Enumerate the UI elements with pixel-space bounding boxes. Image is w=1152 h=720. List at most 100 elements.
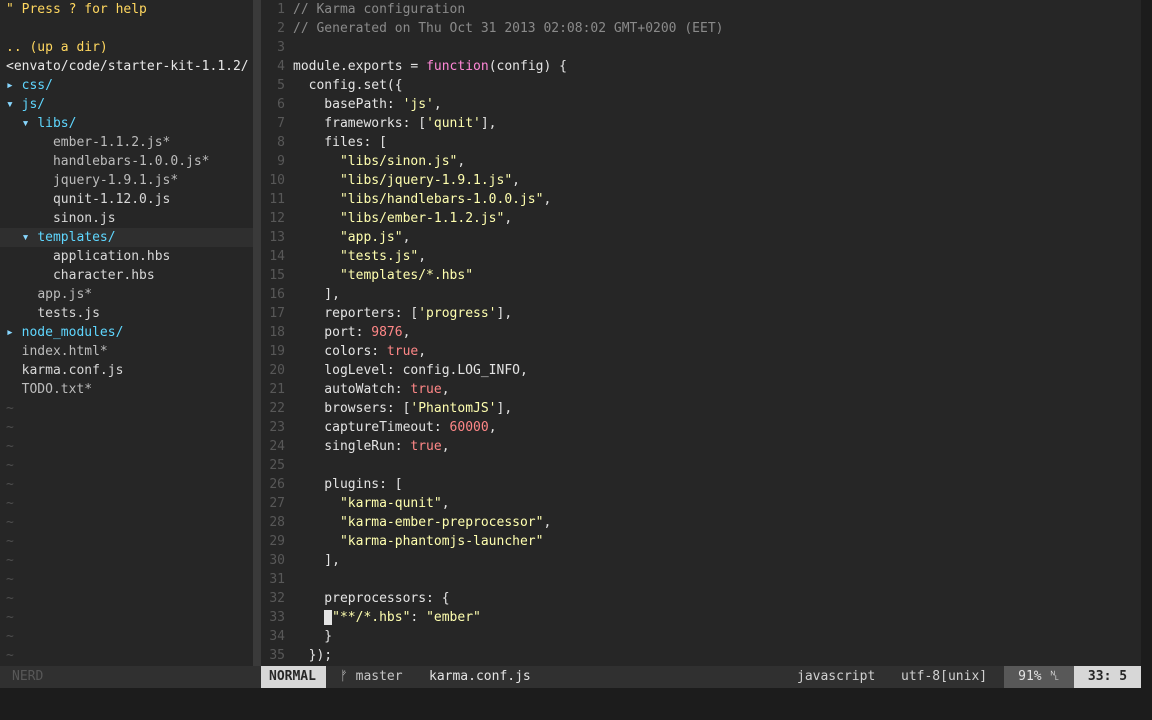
code-line[interactable]: 7 frameworks: ['qunit'], bbox=[261, 114, 1141, 133]
code-line[interactable]: 34 } bbox=[261, 627, 1141, 646]
code-line[interactable]: 19 colors: true, bbox=[261, 342, 1141, 361]
tree-dir-item[interactable]: ▸ css/ bbox=[0, 76, 253, 95]
tree-dir-item[interactable]: ▸ node_modules/ bbox=[0, 323, 253, 342]
code-token: true bbox=[410, 439, 442, 454]
tree-file-item[interactable]: karma.conf.js bbox=[0, 361, 253, 380]
code-line[interactable]: 30 ], bbox=[261, 551, 1141, 570]
git-branch: ᚠ master bbox=[340, 669, 403, 684]
tree-item-label: handlebars-1.0.0.js* bbox=[52, 154, 210, 169]
code-line[interactable]: 22 browsers: ['PhantomJS'], bbox=[261, 399, 1141, 418]
code-line[interactable]: 15 "templates/*.hbs" bbox=[261, 266, 1141, 285]
code-line[interactable]: 35 }); bbox=[261, 646, 1141, 665]
line-number: 4 bbox=[277, 59, 285, 74]
code-line[interactable]: 2 // Generated on Thu Oct 31 2013 02:08:0… bbox=[261, 19, 1141, 38]
code-token: 'progress' bbox=[418, 306, 497, 321]
tree-file-item[interactable]: qunit-1.12.0.js bbox=[0, 190, 253, 209]
tree-file-item[interactable]: sinon.js bbox=[0, 209, 253, 228]
code-token: port: bbox=[293, 325, 372, 340]
code-line[interactable]: 29 "karma-phantomjs-launcher" bbox=[261, 532, 1141, 551]
collapsed-arrow-icon[interactable]: ▸ bbox=[6, 325, 22, 340]
code-line[interactable]: 4 module.exports = function(config) { bbox=[261, 57, 1141, 76]
line-number: 18 bbox=[269, 325, 285, 340]
up-a-dir-link[interactable]: .. (up a dir) bbox=[0, 38, 253, 57]
empty-line-tilde: ~ bbox=[6, 648, 14, 663]
code-line[interactable]: 32 preprocessors: { bbox=[261, 589, 1141, 608]
tree-file-item[interactable]: jquery-1.9.1.js* bbox=[0, 171, 253, 190]
line-number: 23 bbox=[269, 420, 285, 435]
tree-dir-item[interactable]: ▾ libs/ bbox=[0, 114, 253, 133]
expanded-arrow-icon[interactable]: ▾ bbox=[22, 116, 38, 131]
code-token: "app.js" bbox=[339, 230, 403, 245]
current-filename: karma.conf.js bbox=[429, 669, 531, 684]
code-token: config.set({ bbox=[293, 78, 403, 93]
line-number: 20 bbox=[269, 363, 285, 378]
tree-file-item[interactable]: tests.js bbox=[0, 304, 253, 323]
code-line[interactable]: 33 "**/*.hbs": "ember" bbox=[261, 608, 1141, 627]
tree-file-item[interactable]: handlebars-1.0.0.js* bbox=[0, 152, 253, 171]
code-line[interactable]: 16 ], bbox=[261, 285, 1141, 304]
tree-dir-item[interactable]: ▾ templates/ bbox=[0, 228, 253, 247]
tree-file-item[interactable]: character.hbs bbox=[0, 266, 253, 285]
code-line[interactable]: 5 config.set({ bbox=[261, 76, 1141, 95]
code-line[interactable]: 1 // Karma configuration bbox=[261, 0, 1141, 19]
nerdtree-panel[interactable]: " Press ? for help .. (up a dir) <envato… bbox=[0, 0, 253, 666]
collapsed-arrow-icon[interactable]: ▸ bbox=[6, 78, 22, 93]
code-line[interactable]: 8 files: [ bbox=[261, 133, 1141, 152]
tree-item-label: application.hbs bbox=[52, 249, 171, 264]
expanded-arrow-icon[interactable]: ▾ bbox=[22, 230, 38, 245]
code-line[interactable]: 24 singleRun: true, bbox=[261, 437, 1141, 456]
tree-item-label: karma.conf.js bbox=[21, 363, 124, 378]
code-line[interactable]: 31 bbox=[261, 570, 1141, 589]
code-token: 'js' bbox=[402, 97, 434, 112]
tree-file-item[interactable]: application.hbs bbox=[0, 247, 253, 266]
code-token: 9876 bbox=[371, 325, 403, 340]
code-line[interactable]: 3 bbox=[261, 38, 1141, 57]
code-line[interactable]: 9 "libs/sinon.js", bbox=[261, 152, 1141, 171]
tree-item-label: css/ bbox=[21, 78, 53, 93]
command-line[interactable] bbox=[0, 688, 1141, 720]
line-number: 3 bbox=[277, 40, 285, 55]
tree-file-item[interactable]: index.html* bbox=[0, 342, 253, 361]
terminal-margin bbox=[1141, 0, 1152, 720]
code-line[interactable]: 14 "tests.js", bbox=[261, 247, 1141, 266]
code-line[interactable]: 12 "libs/ember-1.1.2.js", bbox=[261, 209, 1141, 228]
code-token: , bbox=[543, 192, 552, 207]
line-number: 33 bbox=[269, 610, 285, 625]
code-line[interactable]: 18 port: 9876, bbox=[261, 323, 1141, 342]
line-number: 8 bbox=[277, 135, 285, 150]
window-separator[interactable] bbox=[253, 0, 261, 666]
nerdtree-help-hint: " Press ? for help bbox=[6, 2, 147, 17]
code-token: }); bbox=[293, 648, 333, 663]
code-line[interactable]: 20 logLevel: config.LOG_INFO, bbox=[261, 361, 1141, 380]
code-line[interactable]: 26 plugins: [ bbox=[261, 475, 1141, 494]
editor-pane[interactable]: 1 // Karma configuration 2 // Generated on … bbox=[261, 0, 1141, 666]
code-token: // Generated on Thu Oct 31 2013 02:08:02… bbox=[293, 21, 724, 36]
expanded-arrow-icon[interactable]: ▾ bbox=[6, 97, 22, 112]
code-token: "karma-phantomjs-launcher" bbox=[339, 534, 544, 549]
code-line[interactable]: 23 captureTimeout: 60000, bbox=[261, 418, 1141, 437]
tree-dir-item[interactable]: ▾ js/ bbox=[0, 95, 253, 114]
code-line[interactable]: 27 "karma-qunit", bbox=[261, 494, 1141, 513]
code-token: module.exports = bbox=[293, 59, 427, 74]
line-number: 1 bbox=[277, 2, 285, 17]
code-line[interactable]: 21 autoWatch: true, bbox=[261, 380, 1141, 399]
code-buffer: 1 // Karma configuration 2 // Generated on … bbox=[261, 0, 1141, 665]
tree-file-item[interactable]: ember-1.1.2.js* bbox=[0, 133, 253, 152]
empty-line-tilde: ~ bbox=[6, 420, 14, 435]
code-line[interactable]: 10 "libs/jquery-1.9.1.js", bbox=[261, 171, 1141, 190]
code-line[interactable]: 11 "libs/handlebars-1.0.0.js", bbox=[261, 190, 1141, 209]
code-line[interactable]: 17 reporters: ['progress'], bbox=[261, 304, 1141, 323]
tree-entries: ▸ css/▾ js/ ▾ libs/ ember-1.1.2.js* hand… bbox=[0, 76, 253, 399]
tree-item-label: tests.js bbox=[37, 306, 100, 321]
tree-file-item[interactable]: TODO.txt* bbox=[0, 380, 253, 399]
mode-indicator: NORMAL bbox=[261, 666, 326, 688]
tree-file-item[interactable]: app.js* bbox=[0, 285, 253, 304]
code-line[interactable]: 6 basePath: 'js', bbox=[261, 95, 1141, 114]
code-line[interactable]: 28 "karma-ember-preprocessor", bbox=[261, 513, 1141, 532]
code-line[interactable]: 25 bbox=[261, 456, 1141, 475]
code-line[interactable]: 13 "app.js", bbox=[261, 228, 1141, 247]
